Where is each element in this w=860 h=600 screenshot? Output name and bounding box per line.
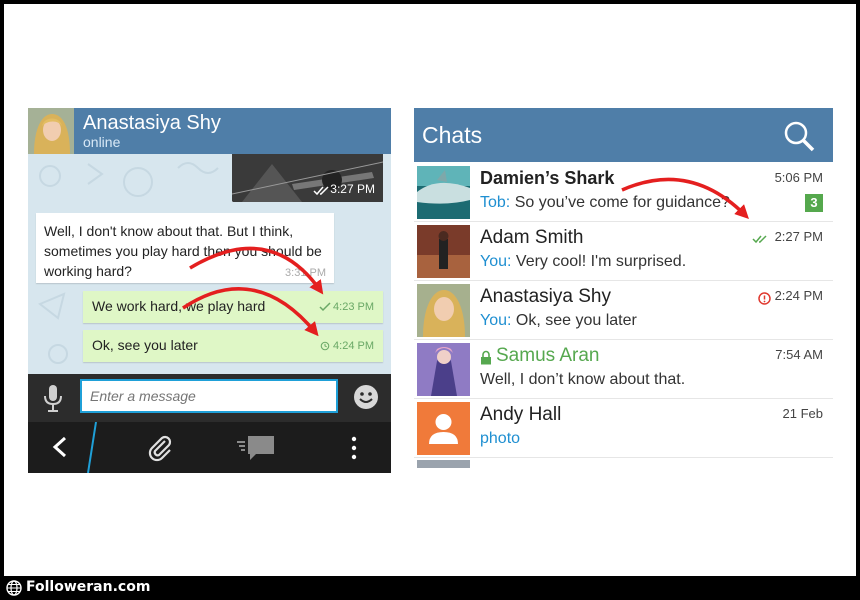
chat-preview: Well, I don’t know about that. [480,371,686,388]
more-options-icon[interactable] [350,434,358,462]
default-avatar-icon [417,402,470,455]
chat-preview: photo [480,430,521,447]
emoji-icon[interactable] [353,384,379,410]
outgoing-message-time: 4:23 PM [333,301,374,313]
lock-icon [481,350,491,365]
chat-item-samus-aran[interactable]: Samus Aran 7:54 AM Well, I don’t know ab… [414,340,833,399]
chat-name: Anastasiya Shy [480,286,611,307]
chat-item-anastasiya-shy[interactable]: Anastasiya Shy 2:24 PM You: Ok, see you … [414,281,833,340]
chats-title: Chats [422,122,483,148]
chat-time: 21 Feb [782,406,823,421]
microphone-icon[interactable] [42,384,64,412]
chat-name: Samus Aran [496,345,600,366]
chat-time: 2:27 PM [774,229,823,244]
double-check-icon [313,186,329,196]
watermark-footer: Followeran.com [0,576,860,600]
chats-screen: Chats Damien’s Shark 5:06 PM Tob: So you… [414,108,833,468]
photo-message[interactable]: 3:27 PM [232,154,383,202]
conversation-screen: Anastasiya Shy online 3:27 PM Well, I do… [28,108,391,473]
contact-status: online [83,134,121,150]
clock-icon [320,341,330,351]
message-input[interactable] [80,379,338,413]
chat-time: 7:54 AM [775,347,823,362]
globe-icon [6,580,22,596]
chat-item-adam-smith[interactable]: Adam Smith 2:27 PM You: Very cool! I'm s… [414,222,833,281]
photo-message-time: 3:27 PM [330,182,375,196]
single-check-icon [319,302,331,312]
contact-name: Anastasiya Shy [83,112,221,134]
incoming-message-time: 3:31 PM [285,267,326,279]
contact-avatar[interactable] [28,108,74,154]
outgoing-message-time: 4:24 PM [333,340,374,352]
chat-avatar [417,284,470,337]
chat-name: Damien’s Shark [480,168,615,188]
outgoing-message[interactable]: We work hard, we play hard 4:23 PM [83,291,383,323]
toolbar-divider [87,422,97,473]
chat-item-andy-hall[interactable]: Andy Hall 21 Feb photo [414,399,833,458]
chat-preview-text: Ok, see you later [515,312,637,329]
double-check-icon [752,235,767,244]
chat-avatar [417,166,470,219]
chat-avatar [417,343,470,396]
chat-preview: You: Ok, see you later [480,312,637,330]
chat-time: 2:24 PM [774,288,823,303]
chat-sender: You: [480,312,512,329]
chat-bubble-icon[interactable] [236,434,276,462]
unread-badge: 3 [805,194,823,212]
chat-name: Andy Hall [480,404,562,425]
chat-item-damiens-shark[interactable]: Damien’s Shark 5:06 PM Tob: So you’ve co… [414,163,833,222]
chat-preview-text: Very cool! I'm surprised. [515,253,687,270]
back-icon[interactable] [50,436,70,458]
outgoing-message-text: We work hard, we play hard [92,298,266,314]
chats-header: Chats [414,108,833,162]
outgoing-message-text: Ok, see you later [92,337,198,353]
chat-sender: You: [480,253,512,270]
message-list[interactable]: 3:27 PM Well, I don't know about that. B… [28,154,391,374]
chat-preview: You: Very cool! I'm surprised. [480,253,686,271]
incoming-message[interactable]: Well, I don't know about that. But I thi… [36,213,334,283]
message-composer [28,374,391,422]
chat-preview: Tob: So you’ve come for guidance? [480,194,730,212]
chat-item-partial[interactable] [414,458,833,468]
bottom-toolbar [28,422,391,473]
watermark-text: Followeran.com [26,579,151,595]
error-icon [758,292,771,305]
search-icon[interactable] [782,120,816,152]
chat-name: Adam Smith [480,227,584,248]
attachment-icon[interactable] [146,434,174,462]
chat-time: 5:06 PM [774,170,823,185]
chat-sender: Tob: [480,194,511,211]
chat-preview-text: So you’ve come for guidance? [514,194,730,211]
conversation-header[interactable]: Anastasiya Shy online [28,108,391,154]
chat-avatar [417,460,470,468]
chat-avatar [417,225,470,278]
outgoing-message[interactable]: Ok, see you later 4:24 PM [83,330,383,362]
